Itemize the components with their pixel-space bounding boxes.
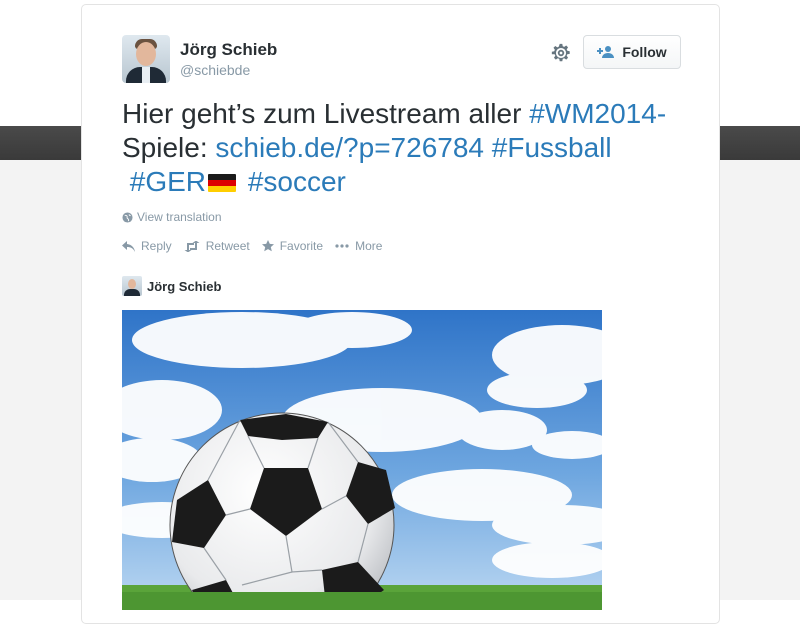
reply-button[interactable]: Reply — [122, 239, 172, 253]
more-button[interactable]: More — [335, 239, 382, 253]
reply-label: Reply — [141, 239, 172, 253]
retweet-button[interactable]: Retweet — [184, 239, 250, 253]
hashtag-wm2014[interactable]: #WM2014- — [529, 98, 666, 129]
view-translation-link[interactable]: View translation — [122, 210, 222, 224]
ellipsis-icon — [335, 244, 349, 248]
tweet-actions: Reply Retweet Favorite More — [122, 239, 394, 253]
media-card-author-name: Jörg Schieb — [147, 278, 222, 294]
follow-button[interactable]: Follow — [583, 35, 681, 69]
gear-icon[interactable] — [550, 42, 572, 64]
more-label: More — [355, 239, 383, 253]
author-handle[interactable]: @schiebde — [180, 62, 250, 78]
retweet-icon — [184, 240, 200, 252]
tweet-photo[interactable] — [122, 310, 602, 610]
view-translation-label: View translation — [137, 210, 222, 224]
star-icon — [261, 240, 274, 252]
favorite-label: Favorite — [279, 239, 324, 253]
media-card-avatar — [122, 276, 142, 296]
tweet-card: Jörg Schieb @schiebde Follow Hier geht’s… — [81, 4, 720, 624]
favorite-button[interactable]: Favorite — [261, 239, 324, 253]
soccer-ball-photo — [122, 310, 602, 610]
tweet-link[interactable]: schieb.de/?p=726784 — [215, 132, 484, 163]
retweet-label: Retweet — [205, 239, 250, 253]
reply-icon — [122, 240, 135, 252]
hashtag-soccer[interactable]: #soccer — [248, 166, 346, 197]
germany-flag-icon — [208, 174, 237, 192]
author-name[interactable]: Jörg Schieb — [180, 40, 277, 60]
tweet-text-plain-1: Hier geht’s zum Livestream aller — [122, 98, 530, 129]
tweet-text: Hier geht’s zum Livestream aller #WM2014… — [122, 97, 682, 199]
follow-label: Follow — [622, 44, 667, 60]
tweet-text-plain-2: Spiele: — [122, 132, 216, 163]
add-user-icon — [597, 46, 615, 58]
hashtag-fussball[interactable]: #Fussball — [492, 132, 612, 163]
media-card-author[interactable]: Jörg Schieb — [122, 276, 221, 296]
author-avatar[interactable] — [122, 35, 170, 83]
hashtag-ger[interactable]: #GER — [130, 166, 206, 197]
globe-icon — [122, 211, 133, 223]
